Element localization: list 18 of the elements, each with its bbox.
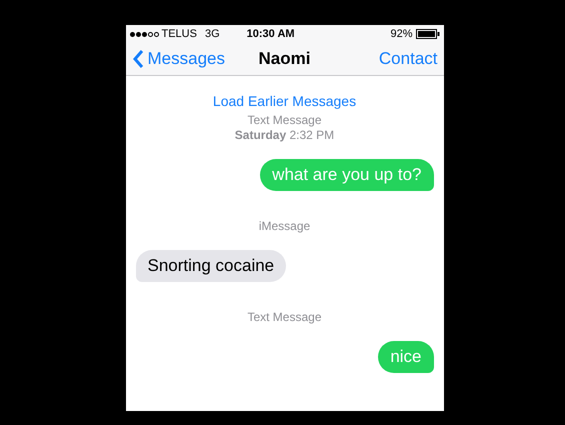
load-earlier-link[interactable]: Load Earlier Messages [212,92,356,110]
back-button[interactable]: Messages [132,46,232,72]
contact-button[interactable]: Contact [338,46,438,72]
sent-bubble: what are you up to? [260,159,434,191]
clock-time: 10:30 AM [246,26,295,42]
message-label: Saturday 2:32 PM [234,128,334,143]
battery-percent: 92% [390,26,412,42]
carrier-name: TELUS [162,26,197,42]
sent-bubble: nice [378,341,434,373]
message-label: iMessage [258,219,310,234]
battery-icon [416,29,440,39]
signal-icon [130,32,158,36]
received-bubble: Snorting cocaine [136,250,286,282]
network-type: 3G [204,26,220,42]
contact-name: Naomi [258,48,312,70]
message-label: Text Message [247,310,322,325]
chevron-left-icon [132,49,144,69]
message-label: Text Message [247,113,322,128]
